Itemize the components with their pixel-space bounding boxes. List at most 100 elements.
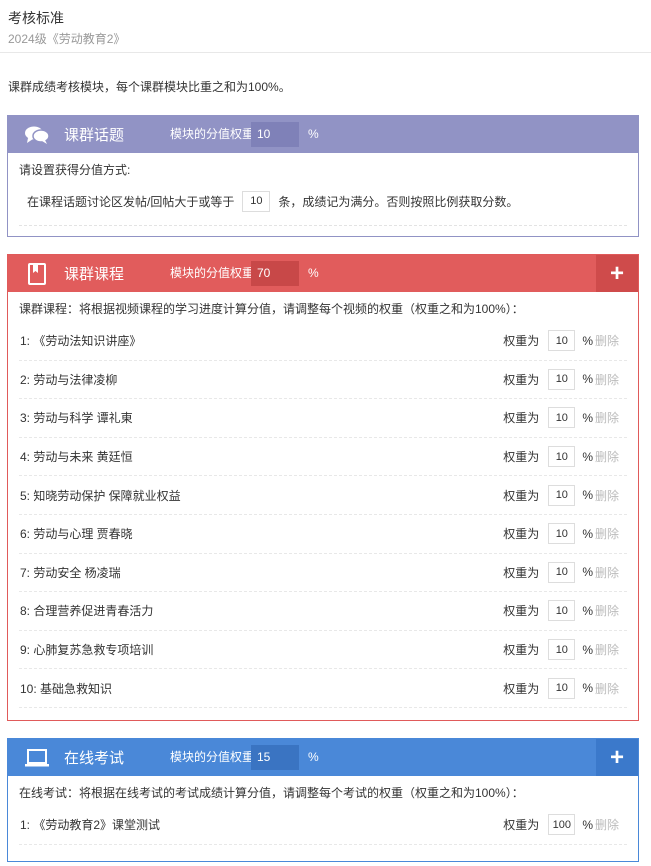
item-weight-input[interactable]: 10	[548, 677, 576, 699]
module-exam-weight-input[interactable]: 15	[251, 745, 299, 770]
item-weight-label: 权重为	[503, 565, 540, 580]
rule-prefix: 在课程话题讨论区发帖/回帖大于或等于	[27, 194, 235, 209]
item-title: 3: 劳动与科学 谭礼東	[20, 411, 133, 426]
item-weight-input[interactable]: 10	[548, 446, 576, 468]
rule-count-input[interactable]: 10	[242, 190, 271, 212]
laptop-icon	[22, 747, 52, 769]
exam-item-list: 1: 《劳动教育2》课堂测试 权重为 100% 删除	[19, 806, 627, 845]
percent-sign: %	[582, 603, 593, 618]
module-topic-header: 课群话题 模块的分值权重 10 %	[8, 116, 638, 153]
module-exam-name: 在线考试	[64, 750, 125, 767]
item-weight-input[interactable]: 100	[548, 814, 576, 836]
module-topic-name: 课群话题	[64, 127, 125, 144]
list-item: 9: 心肺复苏急救专项培训 权重为 10% 删除	[19, 631, 627, 670]
module-exam-header: 在线考试 模块的分值权重 15 % +	[8, 739, 638, 776]
intro-text: 课群成绩考核模块，每个课群模块比重之和为100%。	[8, 80, 291, 94]
weight-label: 模块的分值权重	[170, 750, 255, 764]
percent-sign: %	[582, 681, 593, 696]
item-weight-input[interactable]: 10	[548, 600, 576, 622]
item-title: 7: 劳动安全 杨凌瑞	[20, 565, 121, 580]
delete-link[interactable]: 删除	[595, 564, 619, 581]
item-weight-label: 权重为	[503, 450, 540, 465]
item-weight-label: 权重为	[503, 411, 540, 426]
item-weight-label: 权重为	[503, 818, 540, 833]
page-header: 考核标准 2024级《劳动教育2》	[0, 0, 651, 53]
delete-link[interactable]: 删除	[595, 641, 619, 658]
item-weight-label: 权重为	[503, 681, 540, 696]
percent-sign: %	[582, 410, 593, 425]
item-title: 2: 劳动与法律凌柳	[20, 372, 118, 387]
item-title: 1: 《劳动法知识讲座》	[20, 334, 142, 349]
list-item: 7: 劳动安全 杨凌瑞 权重为 10% 删除	[19, 554, 627, 593]
item-weight-input[interactable]: 10	[548, 368, 576, 390]
delete-link[interactable]: 删除	[595, 816, 619, 833]
header-arrow	[138, 116, 156, 152]
item-weight-label: 权重为	[503, 488, 540, 503]
percent-sign: %	[582, 642, 593, 657]
percent-sign: %	[582, 526, 593, 541]
delete-link[interactable]: 删除	[595, 448, 619, 465]
list-item: 2: 劳动与法律凌柳 权重为 10% 删除	[19, 361, 627, 400]
list-item: 1: 《劳动教育2》课堂测试 权重为 100% 删除	[19, 806, 627, 845]
percent-sign: %	[582, 372, 593, 387]
module-topic-desc: 请设置获得分值方式:	[19, 163, 131, 177]
item-weight-input[interactable]: 10	[548, 330, 576, 352]
add-exam-button[interactable]: +	[596, 739, 638, 776]
list-item: 8: 合理营养促进青春活力 权重为 10% 删除	[19, 592, 627, 631]
percent-sign: %	[582, 449, 593, 464]
module-course-header: 课群课程 模块的分值权重 70 % +	[8, 255, 638, 292]
item-weight-label: 权重为	[503, 604, 540, 619]
book-icon	[22, 262, 52, 285]
item-weight-label: 权重为	[503, 643, 540, 658]
item-title: 10: 基础急救知识	[20, 681, 113, 696]
item-title: 5: 知晓劳动保护 保障就业权益	[20, 488, 181, 503]
course-item-list: 1: 《劳动法知识讲座》 权重为 10% 删除 2: 劳动与法律凌柳 权重为 10% 删除 3:…	[19, 322, 627, 708]
percent-sign: %	[308, 266, 319, 280]
item-weight-input[interactable]: 10	[548, 639, 576, 661]
delete-link[interactable]: 删除	[595, 371, 619, 388]
delete-link[interactable]: 删除	[595, 332, 619, 349]
module-exam: 在线考试 模块的分值权重 15 % + 在线考试：将根据在线考试的考试成绩计算分…	[7, 738, 639, 862]
delete-link[interactable]: 删除	[595, 525, 619, 542]
module-topic-weight-input[interactable]: 10	[251, 122, 299, 147]
percent-sign: %	[308, 127, 319, 141]
item-title: 6: 劳动与心理 贾春晓	[20, 527, 133, 542]
delete-link[interactable]: 删除	[595, 487, 619, 504]
module-course-name: 课群课程	[64, 266, 125, 283]
percent-sign: %	[582, 488, 593, 503]
page-title: 考核标准	[8, 10, 64, 26]
module-course: 课群课程 模块的分值权重 70 % + 课群课程：将根据视频课程的学习进度计算分…	[7, 254, 639, 721]
item-title: 4: 劳动与未来 黄廷恒	[20, 450, 133, 465]
list-item: 1: 《劳动法知识讲座》 权重为 10% 删除	[19, 322, 627, 361]
list-item: 5: 知晓劳动保护 保障就业权益 权重为 10% 删除	[19, 476, 627, 515]
delete-link[interactable]: 删除	[595, 409, 619, 426]
percent-sign: %	[308, 750, 319, 764]
module-course-desc: 课群课程：将根据视频课程的学习进度计算分值，请调整每个视频的权重（权重之和为10…	[19, 302, 524, 316]
header-arrow	[138, 739, 156, 775]
item-weight-input[interactable]: 10	[548, 561, 576, 583]
item-weight-label: 权重为	[503, 527, 540, 542]
list-item: 6: 劳动与心理 贾春晓 权重为 10% 删除	[19, 515, 627, 554]
item-weight-input[interactable]: 10	[548, 407, 576, 429]
percent-sign: %	[582, 565, 593, 580]
chat-bubbles-icon	[22, 124, 52, 146]
weight-label: 模块的分值权重	[170, 266, 255, 280]
percent-sign: %	[582, 333, 593, 348]
header-arrow	[138, 255, 156, 291]
item-title: 8: 合理营养促进青春活力	[20, 604, 154, 619]
delete-link[interactable]: 删除	[595, 680, 619, 697]
delete-link[interactable]: 删除	[595, 602, 619, 619]
item-weight-input[interactable]: 10	[548, 523, 576, 545]
topic-rule-row: 在课程话题讨论区发帖/回帖大于或等于 10 条，成绩记为满分。否则按照比例获取分…	[19, 177, 627, 226]
item-weight-label: 权重为	[503, 334, 540, 349]
weight-label: 模块的分值权重	[170, 127, 255, 141]
list-item: 4: 劳动与未来 黄廷恒 权重为 10% 删除	[19, 438, 627, 477]
list-item: 10: 基础急救知识 权重为 10% 删除	[19, 669, 627, 708]
module-exam-desc: 在线考试：将根据在线考试的考试成绩计算分值，请调整每个考试的权重（权重之和为10…	[19, 786, 524, 800]
add-course-button[interactable]: +	[596, 255, 638, 292]
module-course-weight-input[interactable]: 70	[251, 261, 299, 286]
item-title: 9: 心肺复苏急救专项培训	[20, 643, 154, 658]
rule-suffix: 条，成绩记为满分。否则按照比例获取分数。	[278, 194, 519, 209]
list-item: 3: 劳动与科学 谭礼東 权重为 10% 删除	[19, 399, 627, 438]
item-weight-input[interactable]: 10	[548, 484, 576, 506]
